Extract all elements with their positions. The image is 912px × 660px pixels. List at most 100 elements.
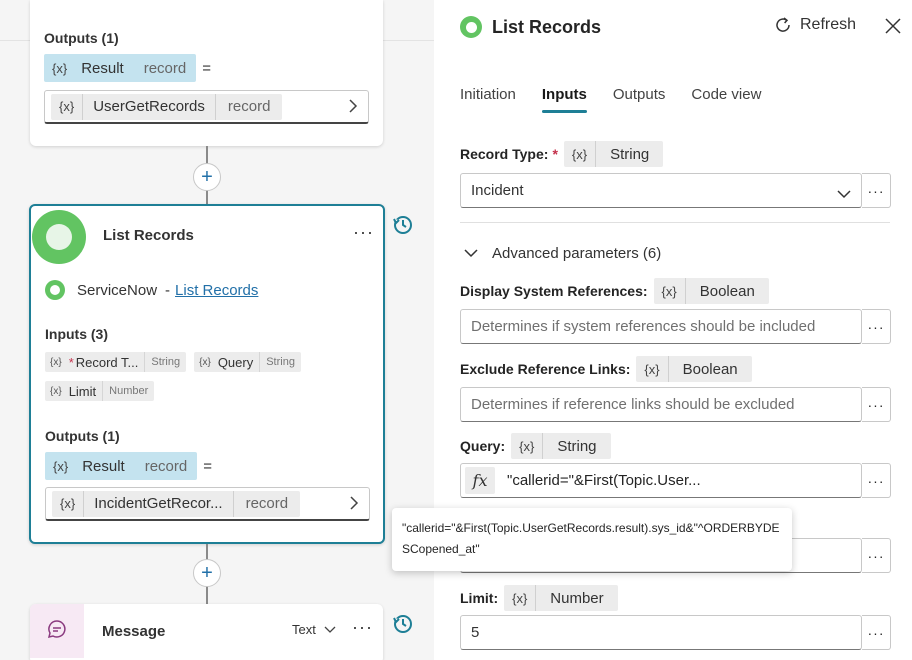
chevron-down-icon xyxy=(324,622,336,637)
query-label: Query: xyxy=(460,438,506,454)
record-type-label-row: Record Type: * {x} String xyxy=(460,141,664,167)
required-marker: * xyxy=(68,354,74,370)
limit-value: 5 xyxy=(471,624,480,641)
chevron-right-icon[interactable] xyxy=(348,98,358,119)
previous-action-node[interactable]: Outputs (1) {x} Result record = {x} User… xyxy=(30,0,383,146)
panel-tabs: Initiation Inputs Outputs Code view xyxy=(460,86,787,113)
message-type-dropdown[interactable]: Text xyxy=(292,622,336,637)
tab-initiation[interactable]: Initiation xyxy=(460,86,516,113)
variable-icon: {x} xyxy=(50,356,62,368)
type-name: Number xyxy=(550,589,604,607)
inputs-label: Inputs (3) xyxy=(45,326,108,342)
variable-type: record xyxy=(227,98,271,115)
display-refs-label-row: Display System References: {x} Boolean xyxy=(460,278,769,304)
equals-sign: = xyxy=(203,457,213,475)
node-title: List Records xyxy=(103,227,194,244)
exclude-links-more-button[interactable]: ··· xyxy=(862,387,891,422)
add-node-button[interactable]: + xyxy=(193,559,221,587)
node-logo xyxy=(32,210,86,264)
result-chip[interactable]: {x} Result record xyxy=(44,54,197,82)
message-type-label: Text xyxy=(292,622,316,637)
type-chip: {x} Number xyxy=(504,585,618,611)
display-refs-more-button[interactable]: ··· xyxy=(862,309,891,344)
outputs-label: Outputs (1) xyxy=(44,30,119,46)
connector-separator: - xyxy=(165,281,171,299)
fx-icon: fx xyxy=(465,467,495,494)
variable-icon: {x} xyxy=(511,433,544,459)
close-icon[interactable] xyxy=(884,14,902,42)
divider xyxy=(460,222,890,223)
type-chip: {x} Boolean xyxy=(653,278,769,304)
assigned-variable-field[interactable]: {x} IncidentGetRecor... record xyxy=(45,487,370,521)
query-value: "callerid="&First(Topic.User... xyxy=(507,472,701,489)
required-marker: * xyxy=(552,146,558,162)
node-more-button[interactable]: ··· xyxy=(352,617,373,638)
input-type: String xyxy=(259,352,301,372)
result-name: Result xyxy=(82,457,125,475)
type-chip: {x} Boolean xyxy=(636,356,752,382)
variable-name: UserGetRecords xyxy=(83,93,216,120)
variable-icon: {x} xyxy=(50,385,62,397)
input-name: Limit xyxy=(68,383,97,399)
node-more-button[interactable]: ··· xyxy=(353,222,374,243)
hidden-parameter-more-button[interactable]: ··· xyxy=(862,538,891,573)
type-name: String xyxy=(610,145,650,163)
record-type-more-button[interactable]: ··· xyxy=(862,173,891,208)
variable-icon: {x} xyxy=(199,356,211,368)
variable-icon: {x} xyxy=(52,60,68,76)
flow-canvas[interactable]: Outputs (1) {x} Result record = {x} User… xyxy=(0,0,434,660)
type-name: Boolean xyxy=(699,282,755,300)
limit-input[interactable]: 5 xyxy=(460,615,862,650)
assigned-variable-field[interactable]: {x} UserGetRecords record xyxy=(44,90,369,124)
connector-name: ServiceNow xyxy=(77,281,158,299)
type-name: String xyxy=(557,437,597,455)
tab-code-view[interactable]: Code view xyxy=(691,86,761,113)
variable-icon: {x} xyxy=(53,458,69,474)
exclude-links-input[interactable]: Determines if reference links should be … xyxy=(460,387,862,422)
list-records-node[interactable]: List Records ··· ServiceNow - List Recor… xyxy=(29,204,385,544)
variable-icon: {x} xyxy=(636,356,669,382)
chevron-down-icon xyxy=(837,186,851,203)
advanced-parameters-toggle[interactable]: Advanced parameters (6) xyxy=(464,245,661,262)
input-type: String xyxy=(144,352,186,372)
display-refs-input[interactable]: Determines if system references should b… xyxy=(460,309,862,344)
servicenow-icon xyxy=(45,280,65,300)
limit-label: Limit: xyxy=(460,590,499,606)
history-icon[interactable] xyxy=(392,214,414,236)
refresh-label: Refresh xyxy=(800,16,857,33)
variable-icon: {x} xyxy=(52,490,85,517)
limit-more-button[interactable]: ··· xyxy=(862,615,891,650)
query-label-row: Query: {x} String xyxy=(460,433,611,459)
variable-type: record xyxy=(245,495,289,512)
outputs-label: Outputs (1) xyxy=(45,428,120,444)
result-type: record xyxy=(144,457,188,475)
message-node[interactable]: Message Text ··· xyxy=(30,604,383,660)
display-refs-placeholder: Determines if system references should b… xyxy=(471,318,816,335)
chat-bubble-icon xyxy=(47,619,67,644)
node-title: Message xyxy=(102,623,166,640)
history-icon[interactable] xyxy=(392,613,414,635)
type-chip: {x} String xyxy=(563,141,664,167)
input-chip-limit[interactable]: {x} Limit Number xyxy=(45,381,155,401)
tab-inputs[interactable]: Inputs xyxy=(541,86,587,113)
input-chip-record-type[interactable]: {x} * Record T... String xyxy=(45,352,187,372)
variable-icon: {x} xyxy=(564,141,597,167)
record-type-dropdown[interactable]: Incident xyxy=(460,173,862,208)
chevron-right-icon[interactable] xyxy=(349,495,359,516)
servicenow-icon xyxy=(460,16,482,38)
refresh-button[interactable]: Refresh xyxy=(774,16,856,34)
limit-label-row: Limit: {x} Number xyxy=(460,585,618,611)
query-input[interactable]: fx "callerid="&First(Topic.User... xyxy=(460,463,862,498)
add-node-button[interactable]: + xyxy=(193,163,221,191)
connector-link[interactable]: List Records xyxy=(175,282,258,299)
query-more-button[interactable]: ··· xyxy=(862,463,891,498)
result-type: record xyxy=(143,59,187,77)
input-chip-query[interactable]: {x} Query String xyxy=(194,352,301,372)
variable-icon: {x} xyxy=(654,278,686,304)
variable-name: IncidentGetRecor... xyxy=(84,490,234,517)
panel-header: List Records xyxy=(460,16,601,38)
tab-outputs[interactable]: Outputs xyxy=(613,86,666,113)
exclude-links-label: Exclude Reference Links: xyxy=(460,361,631,377)
variable-icon: {x} xyxy=(504,585,537,611)
result-chip[interactable]: {x} Result record xyxy=(45,452,198,480)
